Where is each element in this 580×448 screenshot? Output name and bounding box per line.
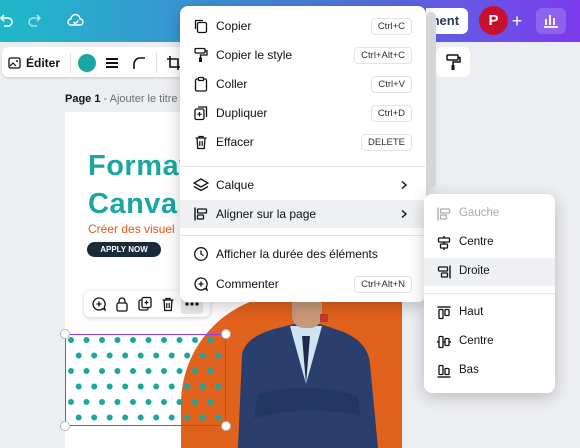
chevron-right-icon (401, 210, 408, 218)
add-comment-icon (194, 277, 209, 292)
toolbar-pill: Éditer (2, 47, 187, 77)
menu-divider (180, 166, 426, 167)
menu-item-align-to-page[interactable]: Aligner sur la page (180, 200, 426, 228)
clock-icon (194, 247, 208, 261)
avatar[interactable]: P (479, 6, 508, 35)
toolbar-divider (156, 53, 157, 73)
page-title-placeholder[interactable]: - Ajouter le titre (100, 93, 178, 105)
shortcut-badge: Ctrl+V (371, 75, 412, 93)
menu-item-label: Effacer (216, 135, 254, 149)
submenu-item-align-top[interactable]: Haut (424, 299, 555, 327)
insights-button[interactable] (536, 8, 566, 34)
bar-chart-icon (544, 15, 558, 28)
align-icon (194, 207, 208, 221)
menu-item-label: Dupliquer (216, 106, 268, 120)
submenu-item-align-middle[interactable]: Centre (424, 328, 555, 356)
shortcut-badge: Ctrl+Alt+C (354, 46, 412, 64)
trash-icon[interactable] (160, 296, 176, 312)
align-top-icon (437, 306, 451, 320)
duplicate-icon[interactable] (137, 296, 153, 312)
submenu-item-align-right[interactable]: Droite (424, 258, 555, 286)
menu-item-delete[interactable]: Effacer DELETE (180, 128, 426, 156)
design-cta-button[interactable]: APPLY NOW (87, 242, 161, 257)
menu-item-label: Copier (216, 19, 252, 33)
clipboard-icon (194, 76, 208, 92)
add-collaborator-button[interactable]: + (508, 9, 526, 33)
menu-item-duplicate[interactable]: Dupliquer Ctrl+D (180, 99, 426, 127)
submenu-item-label: Bas (459, 364, 479, 376)
lock-icon[interactable] (114, 296, 130, 312)
design-title-line2[interactable]: Canva (88, 188, 178, 221)
menu-item-label: Commenter (216, 277, 279, 291)
shortcut-badge: Ctrl+C (370, 17, 412, 35)
paint-roller-icon (194, 47, 208, 62)
copy-icon (194, 19, 208, 34)
person-photo[interactable] (228, 284, 384, 448)
menu-item-comment[interactable]: Commenter Ctrl+Alt+N (180, 270, 426, 298)
layers-icon (193, 178, 209, 192)
edit-image-button[interactable]: Éditer (8, 53, 60, 73)
menu-item-layer[interactable]: Calque (180, 171, 426, 199)
resize-handle[interactable] (60, 421, 70, 431)
shortcut-badge: DELETE (361, 133, 412, 151)
submenu-item-align-left[interactable]: Gauche (424, 200, 555, 228)
align-bottom-icon (437, 364, 451, 378)
align-submenu: Gauche Centre Droite Haut Centre Bas (424, 194, 555, 393)
menu-item-label: Aligner sur la page (216, 207, 317, 221)
align-right-icon (437, 265, 451, 279)
context-menu: Copier Ctrl+C Copier le style Ctrl+Alt+C… (180, 6, 426, 302)
edit-label: Éditer (26, 56, 61, 70)
align-center-horizontal-icon (437, 236, 451, 250)
shortcut-badge: Ctrl+Alt+N (354, 275, 412, 293)
menu-item-show-timing[interactable]: Afficher la durée des éléments (180, 240, 426, 268)
page-label[interactable]: Page 1 - Ajouter le titre (65, 93, 178, 105)
redo-icon[interactable] (27, 12, 45, 30)
resize-handle[interactable] (221, 329, 231, 339)
design-title-line1[interactable]: Format (88, 150, 189, 183)
menu-item-label: Coller (216, 77, 248, 91)
align-left-icon (437, 207, 451, 221)
menu-scrollbar[interactable] (426, 12, 436, 188)
resize-handle[interactable] (60, 329, 70, 339)
align-middle-icon (437, 335, 451, 349)
menu-item-label: Calque (216, 178, 255, 192)
submenu-item-align-center[interactable]: Centre (424, 229, 555, 257)
submenu-item-align-bottom[interactable]: Bas (424, 357, 555, 385)
trash-icon (195, 135, 207, 150)
undo-icon[interactable] (0, 12, 14, 30)
chevron-right-icon (401, 181, 408, 189)
menu-item-paste[interactable]: Coller Ctrl+V (180, 70, 426, 98)
border-style-icon[interactable] (103, 54, 121, 72)
submenu-item-label: Droite (459, 265, 490, 277)
submenu-item-label: Gauche (459, 207, 500, 219)
menu-item-label: Copier le style (216, 48, 293, 62)
menu-item-copy-style[interactable]: Copier le style Ctrl+Alt+C (180, 41, 426, 69)
selection-box[interactable] (65, 334, 226, 426)
color-swatch[interactable] (78, 54, 96, 72)
shortcut-badge: Ctrl+D (370, 104, 412, 122)
paint-roller-icon[interactable] (444, 53, 462, 71)
edit-image-icon (8, 57, 21, 69)
design-subtitle[interactable]: Créer des visuel (88, 222, 175, 236)
submenu-item-label: Centre (459, 236, 494, 248)
menu-item-label: Afficher la durée des éléments (216, 247, 378, 261)
resize-handle[interactable] (221, 421, 231, 431)
page-number: Page 1 (65, 93, 101, 105)
add-comment-icon[interactable] (91, 296, 107, 312)
submenu-item-label: Centre (459, 335, 494, 347)
menu-item-copy[interactable]: Copier Ctrl+C (180, 12, 426, 40)
corner-rounding-icon[interactable] (130, 54, 148, 72)
duplicate-icon (194, 106, 208, 121)
toolbar-right-pill (436, 47, 470, 77)
submenu-divider (424, 293, 555, 294)
toolbar-divider (70, 53, 71, 73)
cloud-saved-icon[interactable] (67, 12, 85, 30)
submenu-item-label: Haut (459, 306, 484, 318)
menu-divider (180, 235, 426, 236)
